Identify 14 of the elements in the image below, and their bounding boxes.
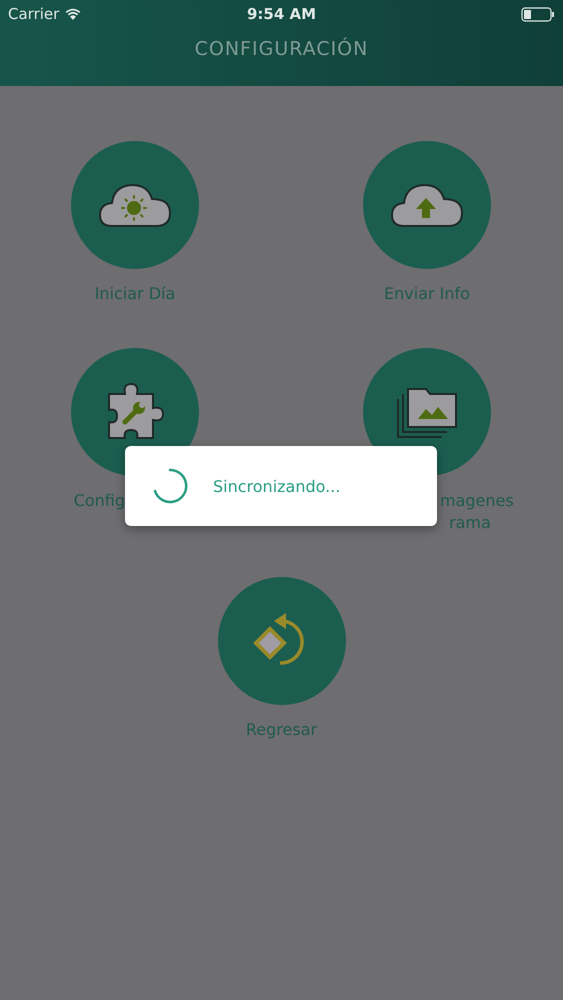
carrier-label: Carrier: [8, 5, 60, 23]
spinner-icon: [151, 467, 189, 505]
wifi-icon: [65, 8, 82, 20]
time-label: 9:54 AM: [246, 5, 316, 23]
tile-label: Iniciar Día: [94, 283, 176, 305]
tile-label: Enviar Info: [383, 283, 471, 305]
loading-message: Sincronizando...: [213, 476, 340, 496]
tile-label: Regresar: [244, 719, 318, 741]
tile-label: rama: [448, 512, 492, 534]
tile-label: Config: [72, 490, 125, 512]
image-folder-icon: [396, 385, 458, 439]
battery-icon: [521, 6, 555, 22]
screen-title: CONFIGURACIÓN: [194, 36, 370, 60]
tile-label: magenes: [440, 490, 515, 512]
